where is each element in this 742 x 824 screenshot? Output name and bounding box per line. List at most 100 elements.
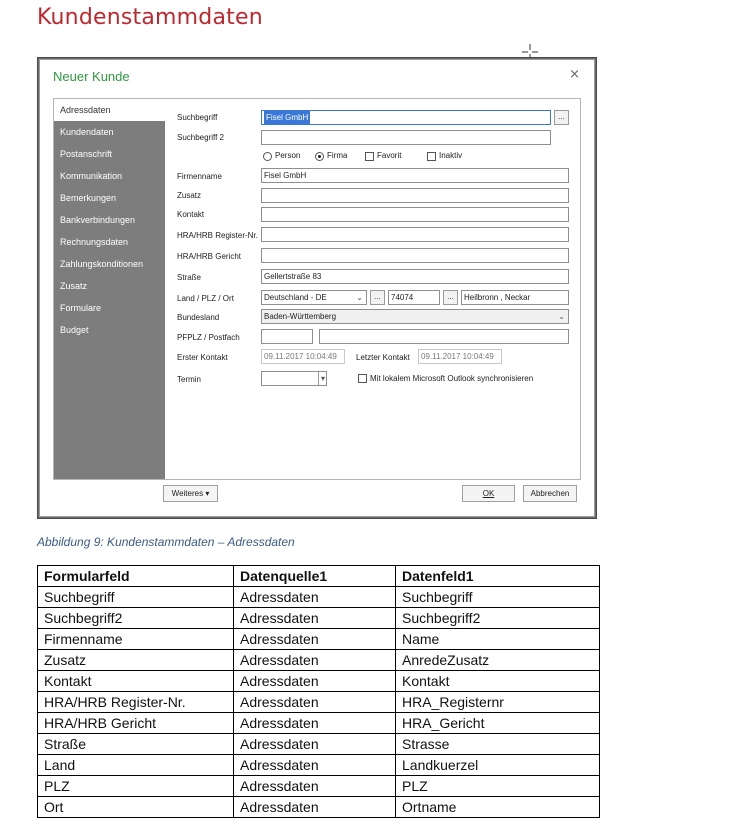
pfplz-input[interactable] <box>261 329 313 344</box>
dialog-panel: Adressdaten Kundendaten Postanschrift Ko… <box>53 98 581 480</box>
weiteres-button[interactable]: Weiteres ▾ <box>163 485 218 502</box>
table-row: HRA/HRB Gericht Adressdaten HRA_Gericht <box>37 712 600 734</box>
table-cell: Adressdaten <box>233 796 396 818</box>
suchbegriff2-input[interactable] <box>261 130 551 145</box>
column-header: Formularfeld <box>37 565 234 587</box>
table-cell: Suchbegriff2 <box>395 607 600 629</box>
abbrechen-button[interactable]: Abbrechen <box>523 485 577 502</box>
table-row: Kontakt Adressdaten Kontakt <box>37 670 600 692</box>
table-cell: Landkuerzel <box>395 754 600 776</box>
erster-kontakt-value: 09.11.2017 10:04:49 <box>261 349 345 364</box>
firma-radio[interactable] <box>315 152 324 161</box>
firmenname-input[interactable]: Fisel GmbH <box>261 168 569 183</box>
ok-button[interactable]: OK <box>462 485 515 502</box>
plz-input[interactable]: 74074 <box>388 290 440 305</box>
hra-register-nr-label: HRA/HRB Register-Nr. <box>177 231 258 240</box>
table-cell: PLZ <box>37 775 234 797</box>
firma-radio-label: Firma <box>327 151 348 160</box>
zusatz-input[interactable] <box>261 188 569 203</box>
bundesland-label: Bundesland <box>177 313 220 322</box>
nav-item-adressdaten[interactable]: Adressdaten <box>54 99 165 121</box>
table-cell: Adressdaten <box>233 670 396 692</box>
table-cell: Adressdaten <box>233 754 396 776</box>
table-cell: Ort <box>37 796 234 818</box>
dialog-title: Neuer Kunde <box>53 69 130 84</box>
kontakt-input[interactable] <box>261 207 569 222</box>
table-row: Straße Adressdaten Strasse <box>37 733 600 755</box>
pfplz-postfach-label: PFPLZ / Postfach <box>177 333 240 342</box>
table-cell: HRA/HRB Gericht <box>37 712 234 734</box>
ort-input[interactable]: Heilbronn , Neckar <box>461 290 569 305</box>
nav-item-kundendaten[interactable]: Kundendaten <box>54 121 165 143</box>
nav-item-zusatz[interactable]: Zusatz <box>54 275 165 297</box>
zusatz-label: Zusatz <box>177 191 202 200</box>
table-row: Land Adressdaten Landkuerzel <box>37 754 600 776</box>
table-cell: Adressdaten <box>233 586 396 608</box>
inaktiv-checkbox-label: Inaktiv <box>439 151 463 160</box>
favorit-checkbox-label: Favorit <box>377 151 402 160</box>
hra-register-nr-input[interactable] <box>261 227 569 242</box>
figure-caption: Abbildung 9: Kundenstammdaten – Adressda… <box>37 535 295 549</box>
table-cell: Suchbegriff2 <box>37 607 234 629</box>
bundesland-select[interactable]: Baden-Württemberg ⌄ <box>261 309 569 324</box>
sidebar-nav: Adressdaten Kundendaten Postanschrift Ko… <box>54 99 165 479</box>
favorit-checkbox[interactable] <box>365 152 374 161</box>
neuer-kunde-dialog: Neuer Kunde × Adressdaten Kundendaten Po… <box>39 59 595 517</box>
field-mapping-table: Formularfeld Datenquelle1 Datenfeld1 Suc… <box>37 565 600 818</box>
kontakt-label: Kontakt <box>177 210 205 219</box>
table-cell: Adressdaten <box>233 628 396 650</box>
land-lookup-button[interactable]: ... <box>370 290 385 305</box>
table-cell: Name <box>395 628 600 650</box>
table-row: Zusatz Adressdaten AnredeZusatz <box>37 649 600 671</box>
suchbegriff2-label: Suchbegriff 2 <box>177 133 224 142</box>
table-cell: Adressdaten <box>233 733 396 755</box>
nav-item-rechnungsdaten[interactable]: Rechnungsdaten <box>54 231 165 253</box>
nav-item-zahlungskonditionen[interactable]: Zahlungskonditionen <box>54 253 165 275</box>
nav-item-bemerkungen[interactable]: Bemerkungen <box>54 187 165 209</box>
table-cell: Zusatz <box>37 649 234 671</box>
document-heading: Kundenstammdaten <box>37 5 263 30</box>
outlook-sync-checkbox[interactable] <box>358 374 367 383</box>
nav-item-budget[interactable]: Budget <box>54 319 165 341</box>
table-cell: Kontakt <box>37 670 234 692</box>
person-radio-label: Person <box>275 151 301 160</box>
nav-item-formulare[interactable]: Formulare <box>54 297 165 319</box>
table-cell: Land <box>37 754 234 776</box>
plz-lookup-button[interactable]: ... <box>443 290 458 305</box>
close-icon[interactable]: × <box>569 67 580 82</box>
letzter-kontakt-label: Letzter Kontakt <box>356 353 410 362</box>
table-cell: Adressdaten <box>233 775 396 797</box>
hra-gericht-input[interactable] <box>261 248 569 263</box>
table-row: PLZ Adressdaten PLZ <box>37 775 600 797</box>
suchbegriff-lookup-button[interactable]: ... <box>554 110 569 125</box>
nav-item-kommunikation[interactable]: Kommunikation <box>54 165 165 187</box>
chevron-down-icon: ▾ <box>317 372 325 385</box>
table-cell: Suchbegriff <box>395 586 600 608</box>
table-cell: HRA_Registernr <box>395 691 600 713</box>
person-radio[interactable] <box>263 152 272 161</box>
strasse-input[interactable]: Gellertstraße 83 <box>261 269 569 284</box>
land-select-value: Deutschland - DE <box>264 293 327 302</box>
column-header: Datenfeld1 <box>395 565 600 587</box>
erster-kontakt-label: Erster Kontakt <box>177 353 228 362</box>
strasse-label: Straße <box>177 273 202 282</box>
nav-item-postanschrift[interactable]: Postanschrift <box>54 143 165 165</box>
postfach-input[interactable] <box>319 329 569 344</box>
table-cell: Adressdaten <box>233 712 396 734</box>
table-row: Suchbegriff Adressdaten Suchbegriff <box>37 586 600 608</box>
termin-select[interactable]: ▾ <box>261 371 327 386</box>
suchbegriff-value: Fisel GmbH <box>264 111 311 124</box>
chevron-down-icon: ⌄ <box>356 293 363 302</box>
termin-label: Termin <box>177 375 202 384</box>
table-row: HRA/HRB Register-Nr. Adressdaten HRA_Reg… <box>37 691 600 713</box>
land-select[interactable]: Deutschland - DE ⌄ <box>261 290 367 305</box>
table-row: Suchbegriff2 Adressdaten Suchbegriff2 <box>37 607 600 629</box>
table-cell: Ortname <box>395 796 600 818</box>
inaktiv-checkbox[interactable] <box>427 152 436 161</box>
nav-item-bankverbindungen[interactable]: Bankverbindungen <box>54 209 165 231</box>
bundesland-select-value: Baden-Württemberg <box>264 312 337 321</box>
table-cell: Adressdaten <box>233 649 396 671</box>
adressdaten-form: Suchbegriff Fisel GmbH ... Suchbegriff 2… <box>165 99 580 479</box>
suchbegriff-input[interactable]: Fisel GmbH <box>261 110 551 125</box>
table-cell: HRA/HRB Register-Nr. <box>37 691 234 713</box>
